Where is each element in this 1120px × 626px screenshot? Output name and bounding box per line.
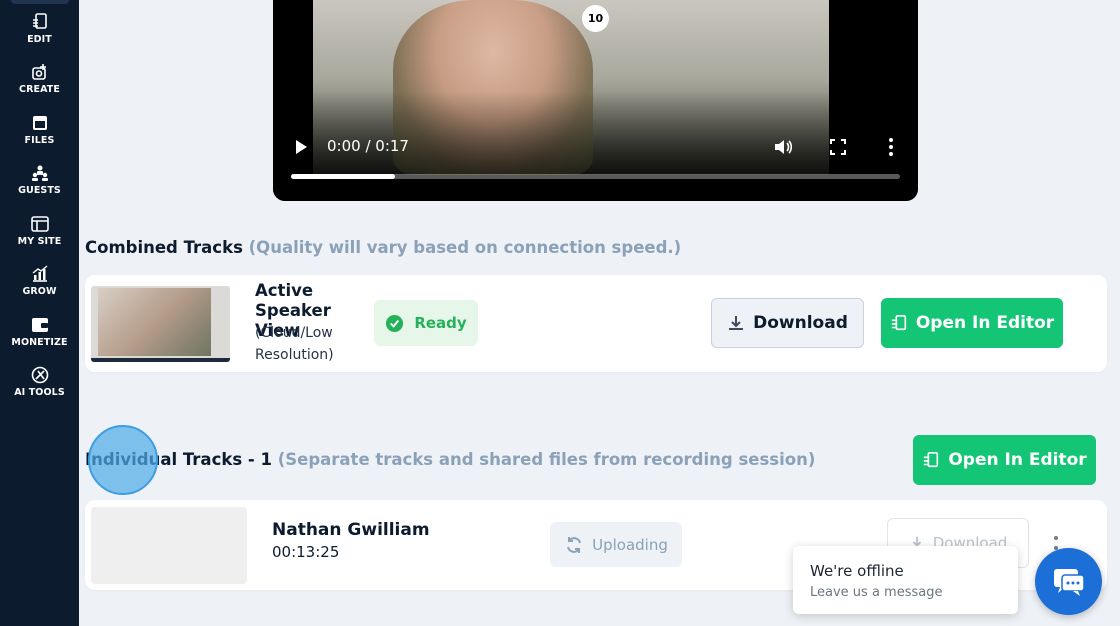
thumbnail-image [98,288,211,356]
status-badge-ready: Ready [374,300,478,346]
volume-icon[interactable] [773,137,793,157]
combined-tracks-heading: Combined Tracks (Quality will vary based… [85,238,681,257]
ai-tools-icon [31,366,48,384]
status-label: Ready [414,314,467,332]
guests-icon [31,165,48,181]
chat-title: We're offline [810,562,904,580]
chat-offline-bubble[interactable]: We're offline Leave us a message [793,546,1018,614]
open-in-editor-label: Open In Editor [915,313,1055,333]
track-thumbnail [91,286,230,362]
open-in-editor-label: Open In Editor [948,450,1087,470]
active-indicator [10,0,70,4]
open-in-editor-button[interactable]: Open In Editor [881,298,1063,348]
files-icon [32,116,47,130]
sidebar-item-label: MONETIZE [11,337,68,348]
track-duration: 00:13:25 [272,543,340,561]
sidebar-item-label: MY SITE [17,236,62,247]
sidebar-item-label: EDIT [27,34,52,45]
open-in-editor-button[interactable]: Open In Editor [913,435,1096,485]
track-participant-name: Nathan Gwilliam [272,520,430,540]
track-thumbnail-placeholder [91,507,247,584]
my-site-icon [30,216,49,232]
editor-icon [924,451,939,468]
sidebar-item-guests[interactable]: GUESTS [0,163,79,196]
individual-tracks-heading: Individual Tracks - 1 (Separate tracks a… [85,450,815,469]
sidebar-item-label: GUESTS [18,185,61,196]
status-label: Uploading [592,535,668,554]
play-icon[interactable] [293,139,309,155]
video-progress-fill [291,174,395,179]
sidebar: EDIT CREATE FILES GUESTS MY SITE GROW MO… [0,0,79,626]
chat-launcher-button[interactable] [1035,548,1102,615]
video-time: 0:00 / 0:17 [327,137,409,155]
combined-track-card: Active Speaker View (Cloud/Low Resolutio… [85,275,1107,372]
cursor-highlight [88,425,158,495]
edit-icon [32,13,47,29]
video-progress-bar[interactable] [291,174,900,179]
sidebar-item-my-site[interactable]: MY SITE [0,214,79,247]
combined-tracks-note: (Quality will vary based on connection s… [248,238,682,257]
sidebar-item-label: CREATE [19,84,60,95]
sidebar-item-label: AI TOOLS [14,387,65,398]
status-badge-uploading: Uploading [550,522,682,567]
sync-icon [567,536,582,553]
track-subtitle: (Cloud/Low Resolution) [255,325,334,363]
individual-tracks-note: (Separate tracks and shared files from r… [277,450,816,469]
download-label: Download [753,313,848,333]
sidebar-item-label: FILES [24,135,55,146]
sidebar-item-grow[interactable]: GROW [0,264,79,297]
chat-subtitle: Leave us a message [810,585,943,600]
editor-icon [891,314,906,331]
monetize-icon [31,318,48,332]
download-button[interactable]: Download [711,298,864,348]
video-player[interactable]: 10 0:00 / 0:17 [273,0,918,201]
sidebar-item-label: GROW [22,286,57,297]
fullscreen-icon[interactable] [829,138,847,156]
more-options-icon[interactable] [887,137,895,157]
sidebar-item-monetize[interactable]: MONETIZE [0,315,79,348]
thumbnail-bar [91,358,230,362]
video-badge: 10 [582,5,609,32]
sidebar-item-edit[interactable]: EDIT [0,12,79,45]
sidebar-item-files[interactable]: FILES [0,113,79,146]
download-icon [729,316,744,330]
check-circle-icon [386,314,404,332]
chat-icon [1053,568,1085,596]
grow-icon [32,265,47,282]
combined-tracks-title: Combined Tracks [85,238,243,257]
sidebar-item-ai-tools[interactable]: AI TOOLS [0,365,79,398]
create-icon [31,64,46,80]
sidebar-item-create[interactable]: CREATE [0,62,79,95]
